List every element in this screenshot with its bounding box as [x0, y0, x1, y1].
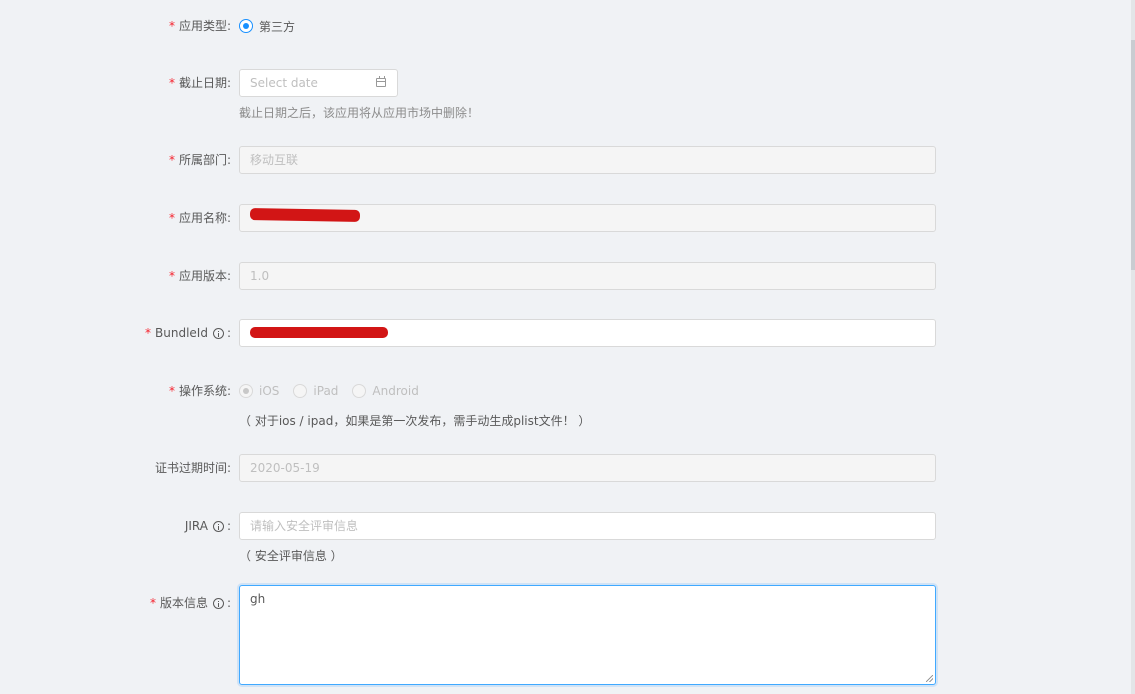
info-circle-icon[interactable]	[212, 597, 224, 609]
app-type-radio-group: 第三方	[239, 15, 309, 37]
label-text: 应用类型:	[178, 19, 231, 33]
label-department: * 所属部门:	[169, 149, 231, 171]
app-version-input[interactable]: 1.0	[239, 262, 936, 290]
required-mark: *	[145, 326, 152, 340]
radio-checked-icon[interactable]	[239, 19, 253, 33]
required-mark: *	[168, 384, 175, 398]
jira-input[interactable]: 请输入安全评审信息	[239, 512, 936, 540]
label-text: 证书过期时间:	[154, 461, 231, 475]
radio-label: iPad	[313, 384, 339, 398]
info-circle-icon[interactable]	[212, 520, 224, 532]
radio-option-android[interactable]: Android	[352, 384, 419, 398]
cert-expiry-input[interactable]: 2020-05-19	[239, 454, 936, 482]
label-os: * 操作系统:	[169, 380, 231, 402]
radio-option-ios[interactable]: iOS	[239, 384, 279, 398]
os-help-text: （ 对于ios / ipad，如果是第一次发布，需手动生成plist文件！ ）	[239, 414, 591, 428]
os-radio-group: iOS iPad Android	[239, 380, 433, 402]
required-mark: *	[168, 153, 175, 167]
radio-checked-icon[interactable]	[239, 384, 253, 398]
label-text: 版本信息	[159, 596, 208, 610]
radio-label: iOS	[259, 384, 280, 398]
label-deadline: * 截止日期:	[169, 72, 231, 94]
redaction-mark	[249, 208, 361, 222]
department-input[interactable]: 移动互联	[239, 146, 936, 174]
info-circle-icon[interactable]	[212, 327, 224, 339]
label-colon: :	[226, 326, 231, 340]
label-version-info: * 版本信息 :	[150, 592, 231, 614]
required-mark: *	[168, 19, 175, 33]
date-placeholder: Select date	[250, 76, 318, 90]
radio-option-ipad[interactable]: iPad	[293, 384, 338, 398]
resize-grip-icon[interactable]	[926, 675, 933, 682]
required-mark: *	[168, 211, 175, 225]
label-colon: :	[226, 519, 231, 533]
radio-unchecked-icon[interactable]	[352, 384, 367, 398]
required-mark: *	[168, 76, 175, 90]
required-mark: *	[149, 596, 156, 610]
jira-help-text: （ 安全评审信息 ）	[239, 549, 343, 563]
radio-label: 第三方	[259, 19, 296, 34]
label-cert-expiry: 证书过期时间:	[155, 457, 231, 479]
scrollbar-thumb[interactable]	[1131, 40, 1135, 270]
radio-unchecked-icon[interactable]	[293, 384, 308, 398]
label-jira: JIRA :	[185, 515, 231, 537]
label-text: 操作系统:	[178, 384, 231, 398]
label-text: 所属部门:	[178, 153, 231, 167]
label-bundle-id: * BundleId :	[145, 322, 231, 344]
redaction-mark	[250, 327, 388, 338]
label-app-version: * 应用版本:	[169, 265, 231, 287]
label-app-name: * 应用名称:	[169, 207, 231, 229]
calendar-icon[interactable]	[376, 76, 386, 87]
version-info-textarea[interactable]: gh	[239, 585, 936, 685]
label-text: 应用名称:	[178, 211, 231, 225]
label-app-type: * 应用类型:	[169, 15, 231, 37]
deadline-help-text: 截止日期之后，该应用将从应用市场中删除！	[239, 106, 480, 120]
label-text: 应用版本:	[178, 269, 231, 283]
required-mark: *	[168, 269, 175, 283]
textarea-value: gh	[250, 592, 266, 606]
radio-label: Android	[372, 384, 419, 398]
label-text: BundleId	[155, 326, 208, 340]
label-colon: :	[226, 596, 231, 610]
deadline-date-picker[interactable]: Select date	[239, 69, 398, 97]
label-text: JIRA	[184, 519, 208, 533]
label-text: 截止日期:	[178, 76, 231, 90]
radio-option-third-party[interactable]: 第三方	[239, 18, 295, 35]
